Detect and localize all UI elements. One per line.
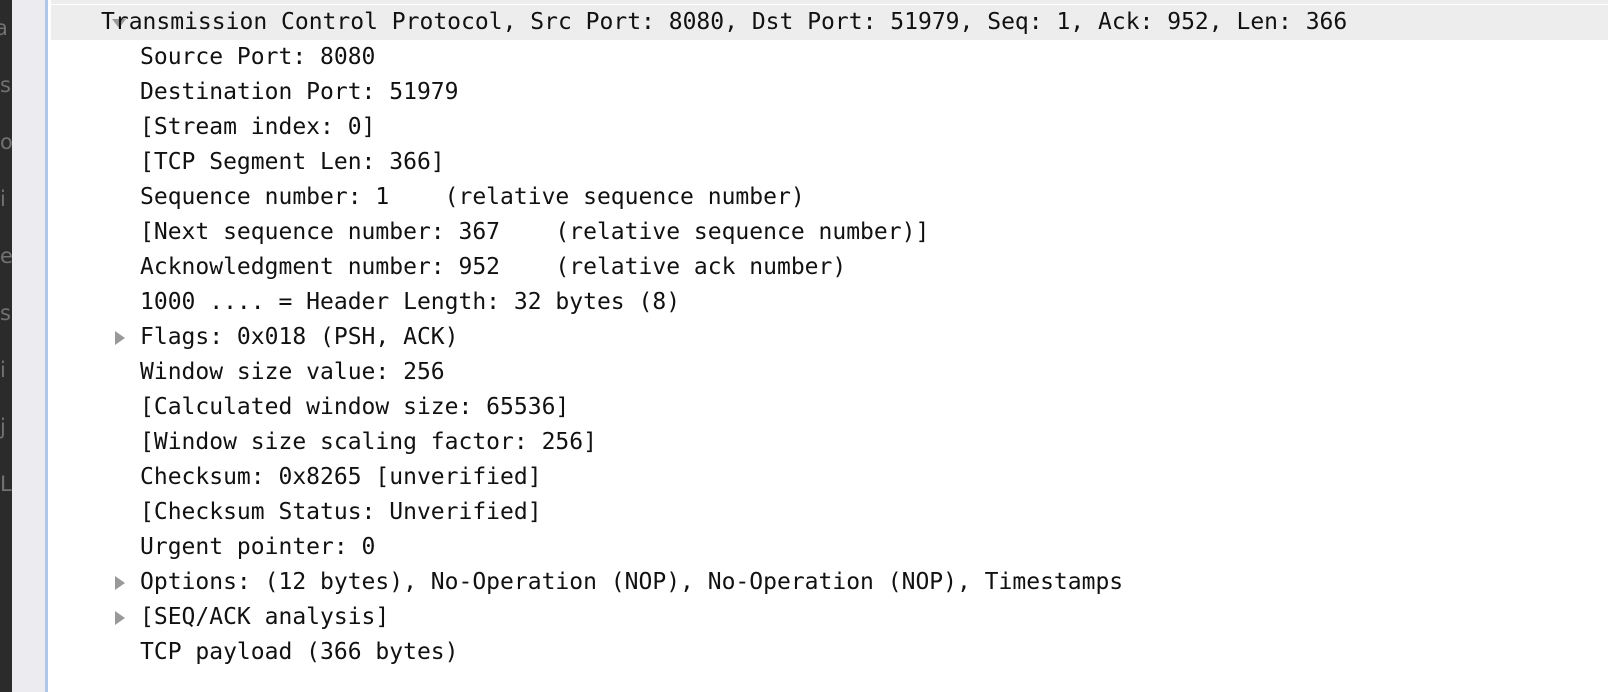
- tree-row-label: [TCP Segment Len: 366]: [140, 149, 445, 175]
- tree-row-label: [Stream index: 0]: [140, 114, 376, 140]
- checksum-status-row[interactable]: [Checksum Status: Unverified]: [51, 495, 1608, 530]
- tree-row-label: [Window size scaling factor: 256]: [140, 429, 597, 455]
- destination-port-row[interactable]: Destination Port: 51979: [51, 75, 1608, 110]
- tree-row-label: Source Port: 8080: [140, 44, 376, 70]
- tcp-payload-row[interactable]: TCP payload (366 bytes): [51, 635, 1608, 670]
- window-size-value-row[interactable]: Window size value: 256: [51, 355, 1608, 390]
- tree-row-label: [Calculated window size: 65536]: [140, 394, 570, 420]
- acknowledgment-number-row[interactable]: Acknowledgment number: 952 (relative ack…: [51, 250, 1608, 285]
- tcp-protocol-node[interactable]: Transmission Control Protocol, Src Port:…: [51, 5, 1608, 40]
- sequence-number-row[interactable]: Sequence number: 1 (relative sequence nu…: [51, 180, 1608, 215]
- calculated-window-size-row[interactable]: [Calculated window size: 65536]: [51, 390, 1608, 425]
- stream-index-row[interactable]: [Stream index: 0]: [51, 110, 1608, 145]
- tree-row-label: [Checksum Status: Unverified]: [140, 499, 542, 525]
- tcp-segment-len-row[interactable]: [TCP Segment Len: 366]: [51, 145, 1608, 180]
- triangle-right-icon[interactable]: [108, 565, 130, 600]
- options-row[interactable]: Options: (12 bytes), No-Operation (NOP),…: [51, 565, 1608, 600]
- tree-row-label: [Next sequence number: 367 (relative seq…: [140, 219, 930, 245]
- seq-ack-analysis-row[interactable]: [SEQ/ACK analysis]: [51, 600, 1608, 635]
- tree-row-label: Destination Port: 51979: [140, 79, 459, 105]
- tree-row-label: Transmission Control Protocol, Src Port:…: [101, 9, 1348, 35]
- triangle-right-icon[interactable]: [108, 600, 130, 635]
- dock-glyph-fragments: a s o i e s i j L: [0, 16, 12, 496]
- flags-row[interactable]: Flags: 0x018 (PSH, ACK): [51, 320, 1608, 355]
- window-scaling-factor-row[interactable]: [Window size scaling factor: 256]: [51, 425, 1608, 460]
- tree-row-label: Urgent pointer: 0: [140, 534, 376, 560]
- dock-strip: a s o i e s i j L: [0, 0, 12, 692]
- tree-row-label: 1000 .... = Header Length: 32 bytes (8): [140, 289, 681, 315]
- tree-row-label: Options: (12 bytes), No-Operation (NOP),…: [140, 569, 1124, 595]
- tree-row-label: TCP payload (366 bytes): [140, 639, 459, 665]
- tree-row-label: Window size value: 256: [140, 359, 445, 385]
- urgent-pointer-row[interactable]: Urgent pointer: 0: [51, 530, 1608, 565]
- tree-row-label: Checksum: 0x8265 [unverified]: [140, 464, 542, 490]
- tree-row-label: Sequence number: 1 (relative sequence nu…: [140, 184, 805, 210]
- clipped-row-above: [51, 0, 1608, 4]
- packet-details-window: a s o i e s i j L Transmission Control P…: [0, 0, 1608, 692]
- header-length-row[interactable]: 1000 .... = Header Length: 32 bytes (8): [51, 285, 1608, 320]
- next-sequence-number-row[interactable]: [Next sequence number: 367 (relative seq…: [51, 215, 1608, 250]
- tree-row-label: [SEQ/ACK analysis]: [140, 604, 390, 630]
- packet-detail-pane[interactable]: Transmission Control Protocol, Src Port:…: [51, 0, 1608, 692]
- packet-list-gutter: [12, 0, 45, 692]
- triangle-right-icon[interactable]: [108, 320, 130, 355]
- tree-row-label: Flags: 0x018 (PSH, ACK): [140, 324, 459, 350]
- checksum-row[interactable]: Checksum: 0x8265 [unverified]: [51, 460, 1608, 495]
- tree-row-label: Acknowledgment number: 952 (relative ack…: [140, 254, 847, 280]
- source-port-row[interactable]: Source Port: 8080: [51, 40, 1608, 75]
